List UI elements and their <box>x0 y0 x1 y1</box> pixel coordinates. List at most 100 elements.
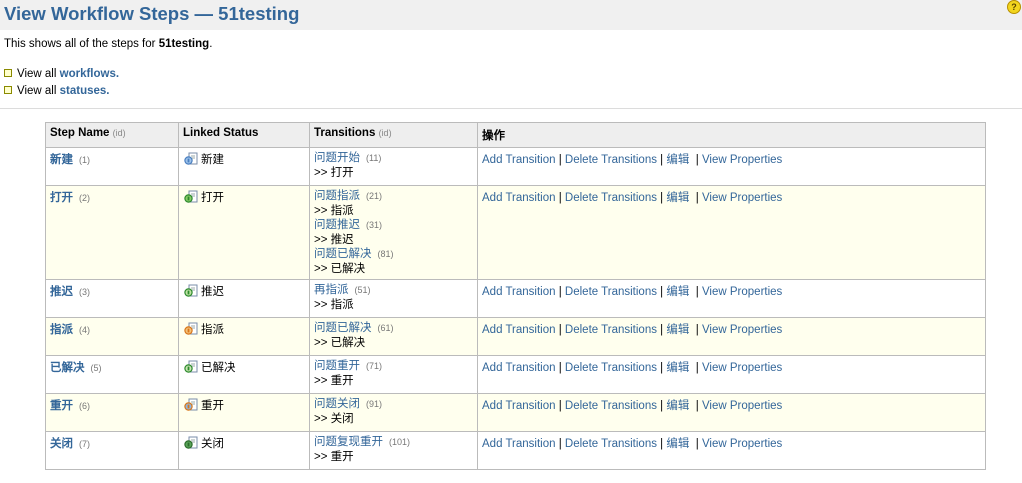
transition-target: >> 关闭 <box>314 413 354 425</box>
table-header-row: Step Name (id) Linked Status Transitions… <box>45 122 986 148</box>
transition-id: (11) <box>366 153 382 163</box>
separator: | <box>558 154 562 166</box>
step-name-cell: 关闭 (7) <box>45 431 179 470</box>
step-name-cell: 推迟 (3) <box>45 279 179 318</box>
add-transition-link[interactable]: Add Transition <box>482 154 556 166</box>
table-row: 关闭 (7) 关闭 问题复现重开 (101) >> 重开 Add Transition | … <box>45 431 986 470</box>
nav-prefix: View all <box>17 85 60 97</box>
view-properties-link[interactable]: View Properties <box>702 400 782 412</box>
delete-transitions-link[interactable]: Delete Transitions <box>565 362 657 374</box>
separator: | <box>660 154 664 166</box>
step-id: (4) <box>79 325 90 335</box>
step-name-link[interactable]: 推迟 <box>50 286 73 298</box>
linked-status-cell: 打开 <box>178 185 310 280</box>
separator: | <box>695 286 699 298</box>
transition-link[interactable]: 问题复现重开 <box>314 436 383 448</box>
add-transition-link[interactable]: Add Transition <box>482 324 556 336</box>
add-transition-link[interactable]: Add Transition <box>482 286 556 298</box>
table-row: 新建 (1) 新建 问题开始 (11) >> 打开 Add Transition | Del… <box>45 147 986 186</box>
transition-link[interactable]: 问题推迟 <box>314 219 360 231</box>
transition-link[interactable]: 问题已解决 <box>314 248 372 260</box>
step-name-link[interactable]: 重开 <box>50 400 73 412</box>
step-name-cell: 重开 (6) <box>45 393 179 432</box>
view-properties-link[interactable]: View Properties <box>702 154 782 166</box>
table-row: 指派 (4) 指派 问题已解决 (61) >> 已解决 Add Transition | D… <box>45 317 986 356</box>
delete-transitions-link[interactable]: Delete Transitions <box>565 286 657 298</box>
transition-link[interactable]: 问题关闭 <box>314 398 360 410</box>
edit-link[interactable]: 编辑 <box>666 362 689 374</box>
delete-transitions-link[interactable]: Delete Transitions <box>565 192 657 204</box>
transition-link[interactable]: 再指派 <box>314 284 349 296</box>
transition-target: >> 已解决 <box>314 337 366 349</box>
divider <box>0 108 1022 109</box>
step-name-link[interactable]: 打开 <box>50 192 73 204</box>
separator: | <box>660 362 664 374</box>
edit-link[interactable]: 编辑 <box>666 400 689 412</box>
linked-status-label: 重开 <box>201 400 224 412</box>
transition-link[interactable]: 问题重开 <box>314 360 360 372</box>
transition-target: >> 重开 <box>314 451 354 463</box>
transition-link[interactable]: 问题已解决 <box>314 322 372 334</box>
step-id: (2) <box>79 193 90 203</box>
separator: | <box>660 438 664 450</box>
operations-cell: Add Transition | Delete Transitions | 编辑… <box>477 393 986 432</box>
transitions-cell: 问题关闭 (91) >> 关闭 <box>309 393 478 432</box>
assigned-status-icon <box>184 322 198 335</box>
linked-status-label: 指派 <box>201 324 224 336</box>
transition-target: >> 推迟 <box>314 234 354 246</box>
table-row: 打开 (2) 打开 问题指派 (21) >> 指派 问题推迟 (31) >> 推迟 问题已解决 (8… <box>45 185 986 280</box>
delete-transitions-link[interactable]: Delete Transitions <box>565 400 657 412</box>
step-id: (5) <box>90 363 102 373</box>
linked-status-cell: 指派 <box>178 317 310 356</box>
step-name-link[interactable]: 指派 <box>50 324 73 336</box>
header-transitions: Transitions (id) <box>309 122 478 148</box>
delete-transitions-link[interactable]: Delete Transitions <box>565 154 657 166</box>
statuses-link[interactable]: statuses. <box>60 85 110 97</box>
workflow-steps-table: Step Name (id) Linked Status Transitions… <box>45 122 986 470</box>
help-icon[interactable]: ? <box>1007 0 1021 14</box>
add-transition-link[interactable]: Add Transition <box>482 192 556 204</box>
step-name-link[interactable]: 关闭 <box>50 438 73 450</box>
separator: | <box>695 154 699 166</box>
step-id: (1) <box>79 155 90 165</box>
table-row: 重开 (6) 重开 问题关闭 (91) >> 关闭 Add Transition | Del… <box>45 393 986 432</box>
header-transitions-id-label: (id) <box>378 128 392 138</box>
edit-link[interactable]: 编辑 <box>666 192 689 204</box>
transition-line: 问题重开 (71) <box>314 359 473 374</box>
add-transition-link[interactable]: Add Transition <box>482 438 556 450</box>
linked-status-cell: 重开 <box>178 393 310 432</box>
add-transition-link[interactable]: Add Transition <box>482 362 556 374</box>
transition-link[interactable]: 问题开始 <box>314 152 360 164</box>
edit-link[interactable]: 编辑 <box>666 324 689 336</box>
edit-link[interactable]: 编辑 <box>666 438 689 450</box>
view-properties-link[interactable]: View Properties <box>702 324 782 336</box>
step-name-link[interactable]: 已解决 <box>50 362 85 374</box>
separator: | <box>660 286 664 298</box>
view-properties-link[interactable]: View Properties <box>702 438 782 450</box>
transitions-cell: 问题已解决 (61) >> 已解决 <box>309 317 478 356</box>
view-properties-link[interactable]: View Properties <box>702 362 782 374</box>
linked-status-cell: 关闭 <box>178 431 310 470</box>
linked-status-label: 新建 <box>201 154 224 166</box>
transition-link[interactable]: 问题指派 <box>314 190 360 202</box>
separator: | <box>660 324 664 336</box>
workflows-link[interactable]: workflows. <box>60 68 119 80</box>
header-step-name: Step Name (id) <box>45 122 179 148</box>
transitions-cell: 再指派 (51) >> 指派 <box>309 279 478 318</box>
transition-target: >> 指派 <box>314 299 354 311</box>
delete-transitions-link[interactable]: Delete Transitions <box>565 324 657 336</box>
add-transition-link[interactable]: Add Transition <box>482 400 556 412</box>
edit-link[interactable]: 编辑 <box>666 154 689 166</box>
closed-status-icon <box>184 436 198 449</box>
linked-status-cell: 已解决 <box>178 355 310 394</box>
separator: | <box>558 400 562 412</box>
linked-status-label: 关闭 <box>201 438 224 450</box>
edit-link[interactable]: 编辑 <box>666 286 689 298</box>
separator: | <box>660 400 664 412</box>
transition-line: 再指派 (51) <box>314 283 473 298</box>
delete-transitions-link[interactable]: Delete Transitions <box>565 438 657 450</box>
view-properties-link[interactable]: View Properties <box>702 192 782 204</box>
view-properties-link[interactable]: View Properties <box>702 286 782 298</box>
table-body: 新建 (1) 新建 问题开始 (11) >> 打开 Add Transition | Del… <box>45 147 986 470</box>
step-name-link[interactable]: 新建 <box>50 154 73 166</box>
